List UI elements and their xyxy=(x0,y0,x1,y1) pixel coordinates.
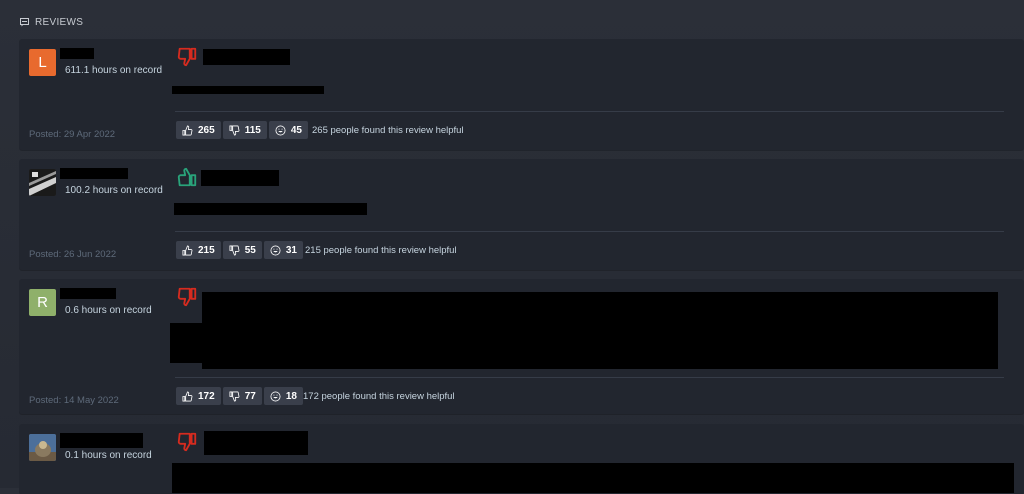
posted-date: Posted: 26 Jun 2022 xyxy=(29,249,117,260)
vote-funny-button[interactable]: 31 xyxy=(263,241,303,259)
vote-down-button[interactable]: 55 xyxy=(222,241,262,259)
review-text-redacted xyxy=(174,203,367,215)
avatar[interactable] xyxy=(29,169,56,196)
vote-up-button[interactable]: 215 xyxy=(176,241,221,259)
review-title-redacted xyxy=(201,170,279,186)
reviewer-name-redacted[interactable] xyxy=(60,288,116,299)
thumbs-up-icon xyxy=(182,125,193,135)
vote-up-button[interactable]: 172 xyxy=(176,387,221,405)
thumbs-up-icon xyxy=(177,167,197,187)
reviews-section-header: REVIEWS xyxy=(20,17,83,28)
review-card: L 611.1 hours on record Posted: 29 Apr 2… xyxy=(19,39,1024,150)
divider xyxy=(175,111,1004,112)
review-title-redacted xyxy=(203,49,290,65)
section-title: REVIEWS xyxy=(35,17,84,28)
comment-icon xyxy=(20,18,29,27)
review-title-redacted xyxy=(204,431,308,455)
smiley-icon xyxy=(270,245,281,255)
thumbs-up-icon xyxy=(182,391,193,401)
vote-down-count: 115 xyxy=(244,124,261,136)
vote-funny-count: 18 xyxy=(285,390,297,402)
hours-on-record: 611.1 hours on record xyxy=(65,65,163,76)
thumbs-up-icon xyxy=(182,245,193,255)
thumbs-down-icon xyxy=(177,47,197,67)
smiley-icon xyxy=(270,391,281,401)
divider xyxy=(175,231,1004,232)
thumbs-down-icon xyxy=(229,391,240,401)
smiley-icon xyxy=(275,125,286,135)
vote-up-count: 215 xyxy=(198,244,215,256)
vote-funny-count: 45 xyxy=(290,124,302,136)
review-text-redacted xyxy=(170,323,204,363)
vote-down-count: 55 xyxy=(244,244,256,256)
avatar-image xyxy=(29,169,56,196)
avatar-letter: R xyxy=(37,294,48,311)
vote-funny-count: 31 xyxy=(285,244,297,256)
avatar-letter: L xyxy=(38,54,47,71)
vote-buttons: 215 55 31 xyxy=(176,241,303,259)
posted-date: Posted: 29 Apr 2022 xyxy=(29,129,116,140)
avatar[interactable]: R xyxy=(29,289,56,316)
review-text-redacted xyxy=(202,292,998,369)
vote-down-button[interactable]: 115 xyxy=(222,121,267,139)
reviewer-name-redacted[interactable] xyxy=(60,48,94,59)
helpful-count-text: 172 people found this review helpful xyxy=(303,391,455,402)
vote-funny-button[interactable]: 45 xyxy=(268,121,308,139)
avatar[interactable]: L xyxy=(29,49,56,76)
reviewer-name-redacted[interactable] xyxy=(60,168,128,179)
posted-date: Posted: 14 May 2022 xyxy=(29,395,119,406)
review-card: 100.2 hours on record Posted: 26 Jun 202… xyxy=(19,159,1024,270)
review-text-redacted xyxy=(172,86,324,94)
thumbs-down-icon xyxy=(229,125,240,135)
vote-down-button[interactable]: 77 xyxy=(222,387,262,405)
hours-on-record: 0.6 hours on record xyxy=(65,305,152,316)
avatar[interactable] xyxy=(29,434,56,461)
helpful-count-text: 265 people found this review helpful xyxy=(312,125,464,136)
vote-buttons: 265 115 45 xyxy=(176,121,308,139)
hours-on-record: 0.1 hours on record xyxy=(65,450,152,461)
review-text-redacted xyxy=(172,463,1014,493)
vote-up-count: 265 xyxy=(198,124,215,136)
vote-funny-button[interactable]: 18 xyxy=(263,387,303,405)
vote-up-button[interactable]: 265 xyxy=(176,121,221,139)
vote-up-count: 172 xyxy=(198,390,215,402)
avatar-image xyxy=(29,434,56,461)
thumbs-down-icon xyxy=(177,287,197,307)
helpful-count-text: 215 people found this review helpful xyxy=(305,245,457,256)
divider xyxy=(175,377,1004,378)
review-card: R 0.6 hours on record Posted: 14 May 202… xyxy=(19,279,1024,414)
thumbs-down-icon xyxy=(229,245,240,255)
vote-down-count: 77 xyxy=(244,390,256,402)
hours-on-record: 100.2 hours on record xyxy=(65,185,163,196)
review-card: 0.1 hours on record xyxy=(19,424,1024,494)
thumbs-down-icon xyxy=(177,432,197,452)
reviewer-name-redacted[interactable] xyxy=(60,433,143,448)
vote-buttons: 172 77 18 xyxy=(176,387,303,405)
